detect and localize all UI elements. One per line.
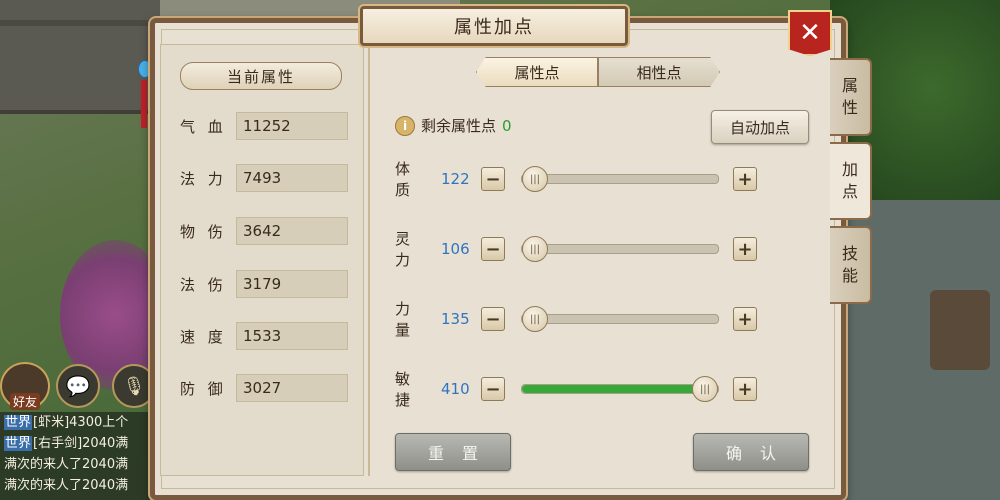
side-tab-label: 加 — [841, 160, 858, 179]
close-icon[interactable]: ✕ — [788, 10, 832, 56]
stat-name: 体 质 — [395, 160, 415, 199]
remaining-label: 剩余属性点 — [421, 117, 497, 135]
channel-tag: 世界 — [4, 415, 33, 430]
chat-text: 满次的来人了2040满 — [4, 457, 129, 472]
tab-attribute-points[interactable]: 属性点 — [476, 57, 598, 87]
plus-icon[interactable]: + — [733, 377, 757, 401]
slider-track[interactable]: ||| — [521, 236, 719, 262]
attr-row-magic-dmg: 法 伤 3179 — [180, 269, 348, 299]
current-attributes-column — [160, 44, 364, 476]
slider-row-agility: 敏 捷 410 − ||| + — [395, 370, 757, 409]
slider-row-constitution: 体 质 122 − ||| + — [395, 160, 757, 199]
slider-handle[interactable]: ||| — [522, 166, 548, 192]
side-tab-label: 性 — [841, 98, 858, 117]
chat-text: 满次的来人了2040满 — [4, 478, 129, 493]
slider-row-spirit: 灵 力 106 − ||| + — [395, 230, 757, 269]
side-tab-label: 属 — [841, 76, 858, 95]
minus-icon[interactable]: − — [481, 377, 505, 401]
stat-value: 122 — [441, 170, 470, 188]
attr-value: 11252 — [236, 112, 348, 140]
tassel-icon — [141, 80, 147, 128]
attr-label: 物 伤 — [180, 222, 227, 241]
slider-fill — [522, 385, 705, 393]
attr-value: 3642 — [236, 217, 348, 245]
side-tab-label: 能 — [841, 266, 858, 285]
chat-line: 世界 [虾米]4300上个 — [4, 412, 154, 433]
attr-label: 速 度 — [180, 327, 227, 346]
attr-label: 防 御 — [180, 379, 227, 398]
side-tab-add-points[interactable]: 加 点 — [830, 142, 872, 220]
friends-button[interactable]: 好友 — [0, 362, 50, 410]
attr-value: 1533 — [236, 322, 348, 350]
attr-row-defense: 防 御 3027 — [180, 373, 348, 403]
attr-row-hp: 气 血 11252 — [180, 111, 348, 141]
chat-line: 世界 [右手剑]2040满 — [4, 433, 154, 454]
slider-handle[interactable]: ||| — [522, 306, 548, 332]
slider-track[interactable]: ||| — [521, 166, 719, 192]
stat-value: 106 — [441, 240, 470, 258]
chat-log[interactable]: 世界 [虾米]4300上个 世界 [右手剑]2040满 满次的来人了2040满 满次… — [0, 412, 154, 500]
attr-label: 法 力 — [180, 169, 227, 188]
plus-icon[interactable]: + — [733, 237, 757, 261]
chat-bubble-icon[interactable]: 💬 — [56, 364, 100, 408]
chat-line: 满次的来人了2040满 — [4, 475, 154, 496]
slider-handle[interactable]: ||| — [692, 376, 718, 402]
plus-icon[interactable]: + — [733, 167, 757, 191]
slider-track[interactable]: ||| — [521, 376, 719, 402]
slider-track[interactable]: ||| — [521, 306, 719, 332]
slider-row-strength: 力 量 135 − ||| + — [395, 300, 757, 339]
chat-text: [虾米]4300上个 — [33, 415, 129, 430]
attr-row-speed: 速 度 1533 — [180, 321, 348, 351]
stat-name: 敏 捷 — [395, 370, 415, 409]
attr-label: 法 伤 — [180, 275, 227, 294]
plus-icon[interactable]: + — [733, 307, 757, 331]
stat-name: 灵 力 — [395, 230, 415, 269]
channel-tag: 世界 — [4, 436, 33, 451]
minus-icon[interactable]: − — [481, 167, 505, 191]
reset-button[interactable]: 重置 — [395, 433, 511, 471]
minus-icon[interactable]: − — [481, 237, 505, 261]
attr-value: 3027 — [236, 374, 348, 402]
auto-allocate-button[interactable]: 自动加点 — [711, 110, 809, 144]
chat-line: 满次的来人了2040满 — [4, 454, 154, 475]
side-tab-attributes[interactable]: 属 性 — [830, 58, 872, 136]
stat-value: 135 — [441, 310, 470, 328]
attr-row-phys-dmg: 物 伤 3642 — [180, 216, 348, 246]
info-icon[interactable]: i — [395, 115, 415, 136]
tab-affinity-points[interactable]: 相性点 — [598, 57, 720, 87]
current-attributes-header: 当前属性 — [180, 62, 342, 90]
window-title: 属性加点 — [360, 6, 628, 46]
column-divider — [368, 44, 370, 476]
friends-label: 好友 — [9, 393, 40, 410]
minus-icon[interactable]: − — [481, 307, 505, 331]
chat-text: [右手剑]2040满 — [33, 436, 129, 451]
side-tab-label: 点 — [841, 182, 858, 201]
remaining-points: i 剩余属性点 0 — [395, 115, 512, 136]
attr-label: 气 血 — [180, 117, 227, 136]
attr-row-mana: 法 力 7493 — [180, 163, 348, 193]
side-tab-skills[interactable]: 技 能 — [830, 226, 872, 304]
attr-value: 3179 — [236, 270, 348, 298]
slider-handle[interactable]: ||| — [522, 236, 548, 262]
confirm-button[interactable]: 确认 — [693, 433, 809, 471]
wooden-boat — [930, 290, 990, 370]
point-type-tabs: 属性点 相性点 — [476, 57, 720, 87]
attr-value: 7493 — [236, 164, 348, 192]
side-tab-label: 技 — [841, 244, 858, 263]
stat-name: 力 量 — [395, 300, 415, 339]
stat-value: 410 — [441, 380, 470, 398]
remaining-value: 0 — [502, 116, 512, 135]
